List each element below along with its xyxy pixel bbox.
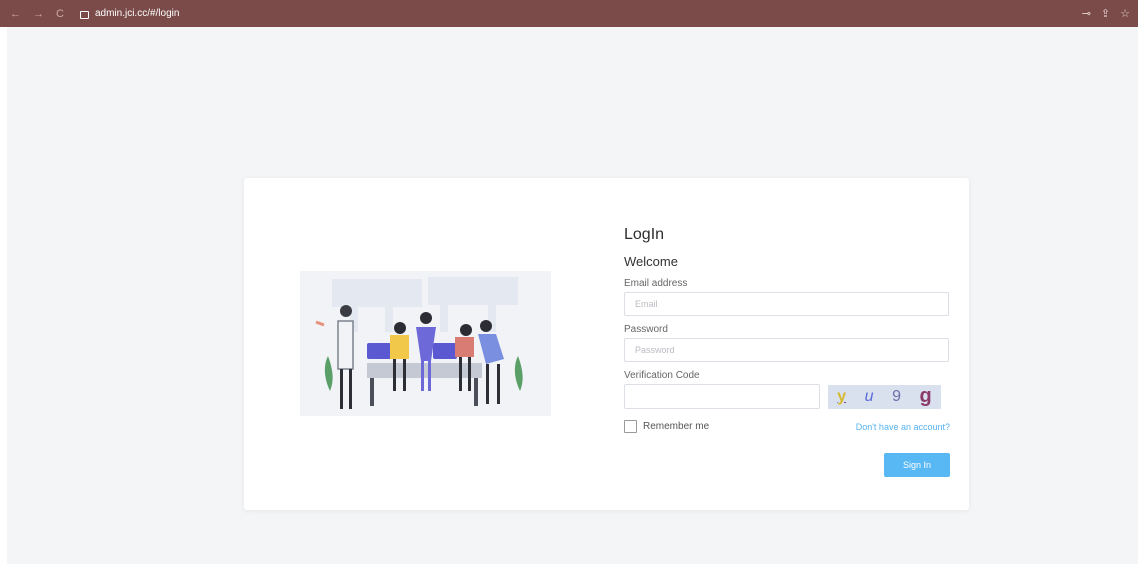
remember-me-checkbox[interactable]: Remember me (624, 420, 709, 433)
verification-code-label: Verification Code (624, 370, 700, 381)
address-bar[interactable]: admin.jci.cc/#/login (79, 8, 180, 19)
email-field[interactable]: Email (624, 292, 949, 316)
lock-icon (79, 10, 89, 19)
remember-row: Remember me Don't have an account? (624, 420, 950, 433)
welcome-subtitle: Welcome (624, 254, 678, 269)
back-icon[interactable]: ← (10, 8, 21, 20)
nav-buttons: ← → C (10, 8, 64, 20)
forward-icon[interactable]: → (33, 8, 44, 20)
star-icon[interactable]: ☆ (1120, 7, 1130, 20)
signup-link[interactable]: Don't have an account? (856, 422, 950, 432)
password-field[interactable]: Password (624, 338, 949, 362)
page-title: LogIn (624, 226, 665, 243)
captcha-image[interactable]: y u 9 g (828, 384, 941, 409)
password-placeholder: Password (635, 345, 675, 355)
team-illustration-svg (315, 277, 523, 409)
login-card: LogIn Welcome Email address Email Passwo… (244, 178, 969, 510)
browser-actions: ⊸ ⇪ ☆ (1082, 7, 1130, 20)
email-placeholder: Email (635, 299, 658, 309)
remember-me-label: Remember me (643, 421, 710, 432)
team-illustration (300, 271, 551, 416)
captcha-char: u (864, 387, 874, 405)
checkbox-icon[interactable] (624, 420, 637, 433)
key-icon[interactable]: ⊸ (1082, 7, 1091, 20)
login-form: LogIn Welcome Email address Email Passwo… (624, 226, 950, 477)
verification-code-field[interactable] (624, 384, 820, 409)
reload-icon[interactable]: C (56, 8, 64, 20)
sign-in-button[interactable]: Sign In (884, 453, 950, 477)
share-icon[interactable]: ⇪ (1101, 7, 1110, 20)
captcha-char: y (837, 387, 847, 405)
url-text: admin.jci.cc/#/login (94, 8, 180, 19)
browser-toolbar: ← → C admin.jci.cc/#/login ⊸ ⇪ ☆ (0, 0, 1138, 27)
email-label: Email address (624, 278, 688, 289)
password-label: Password (624, 324, 668, 335)
verification-row: y u 9 g (624, 384, 950, 409)
button-row: Sign In (624, 453, 950, 477)
captcha-char: g (919, 385, 932, 407)
captcha-char: 9 (892, 387, 901, 405)
